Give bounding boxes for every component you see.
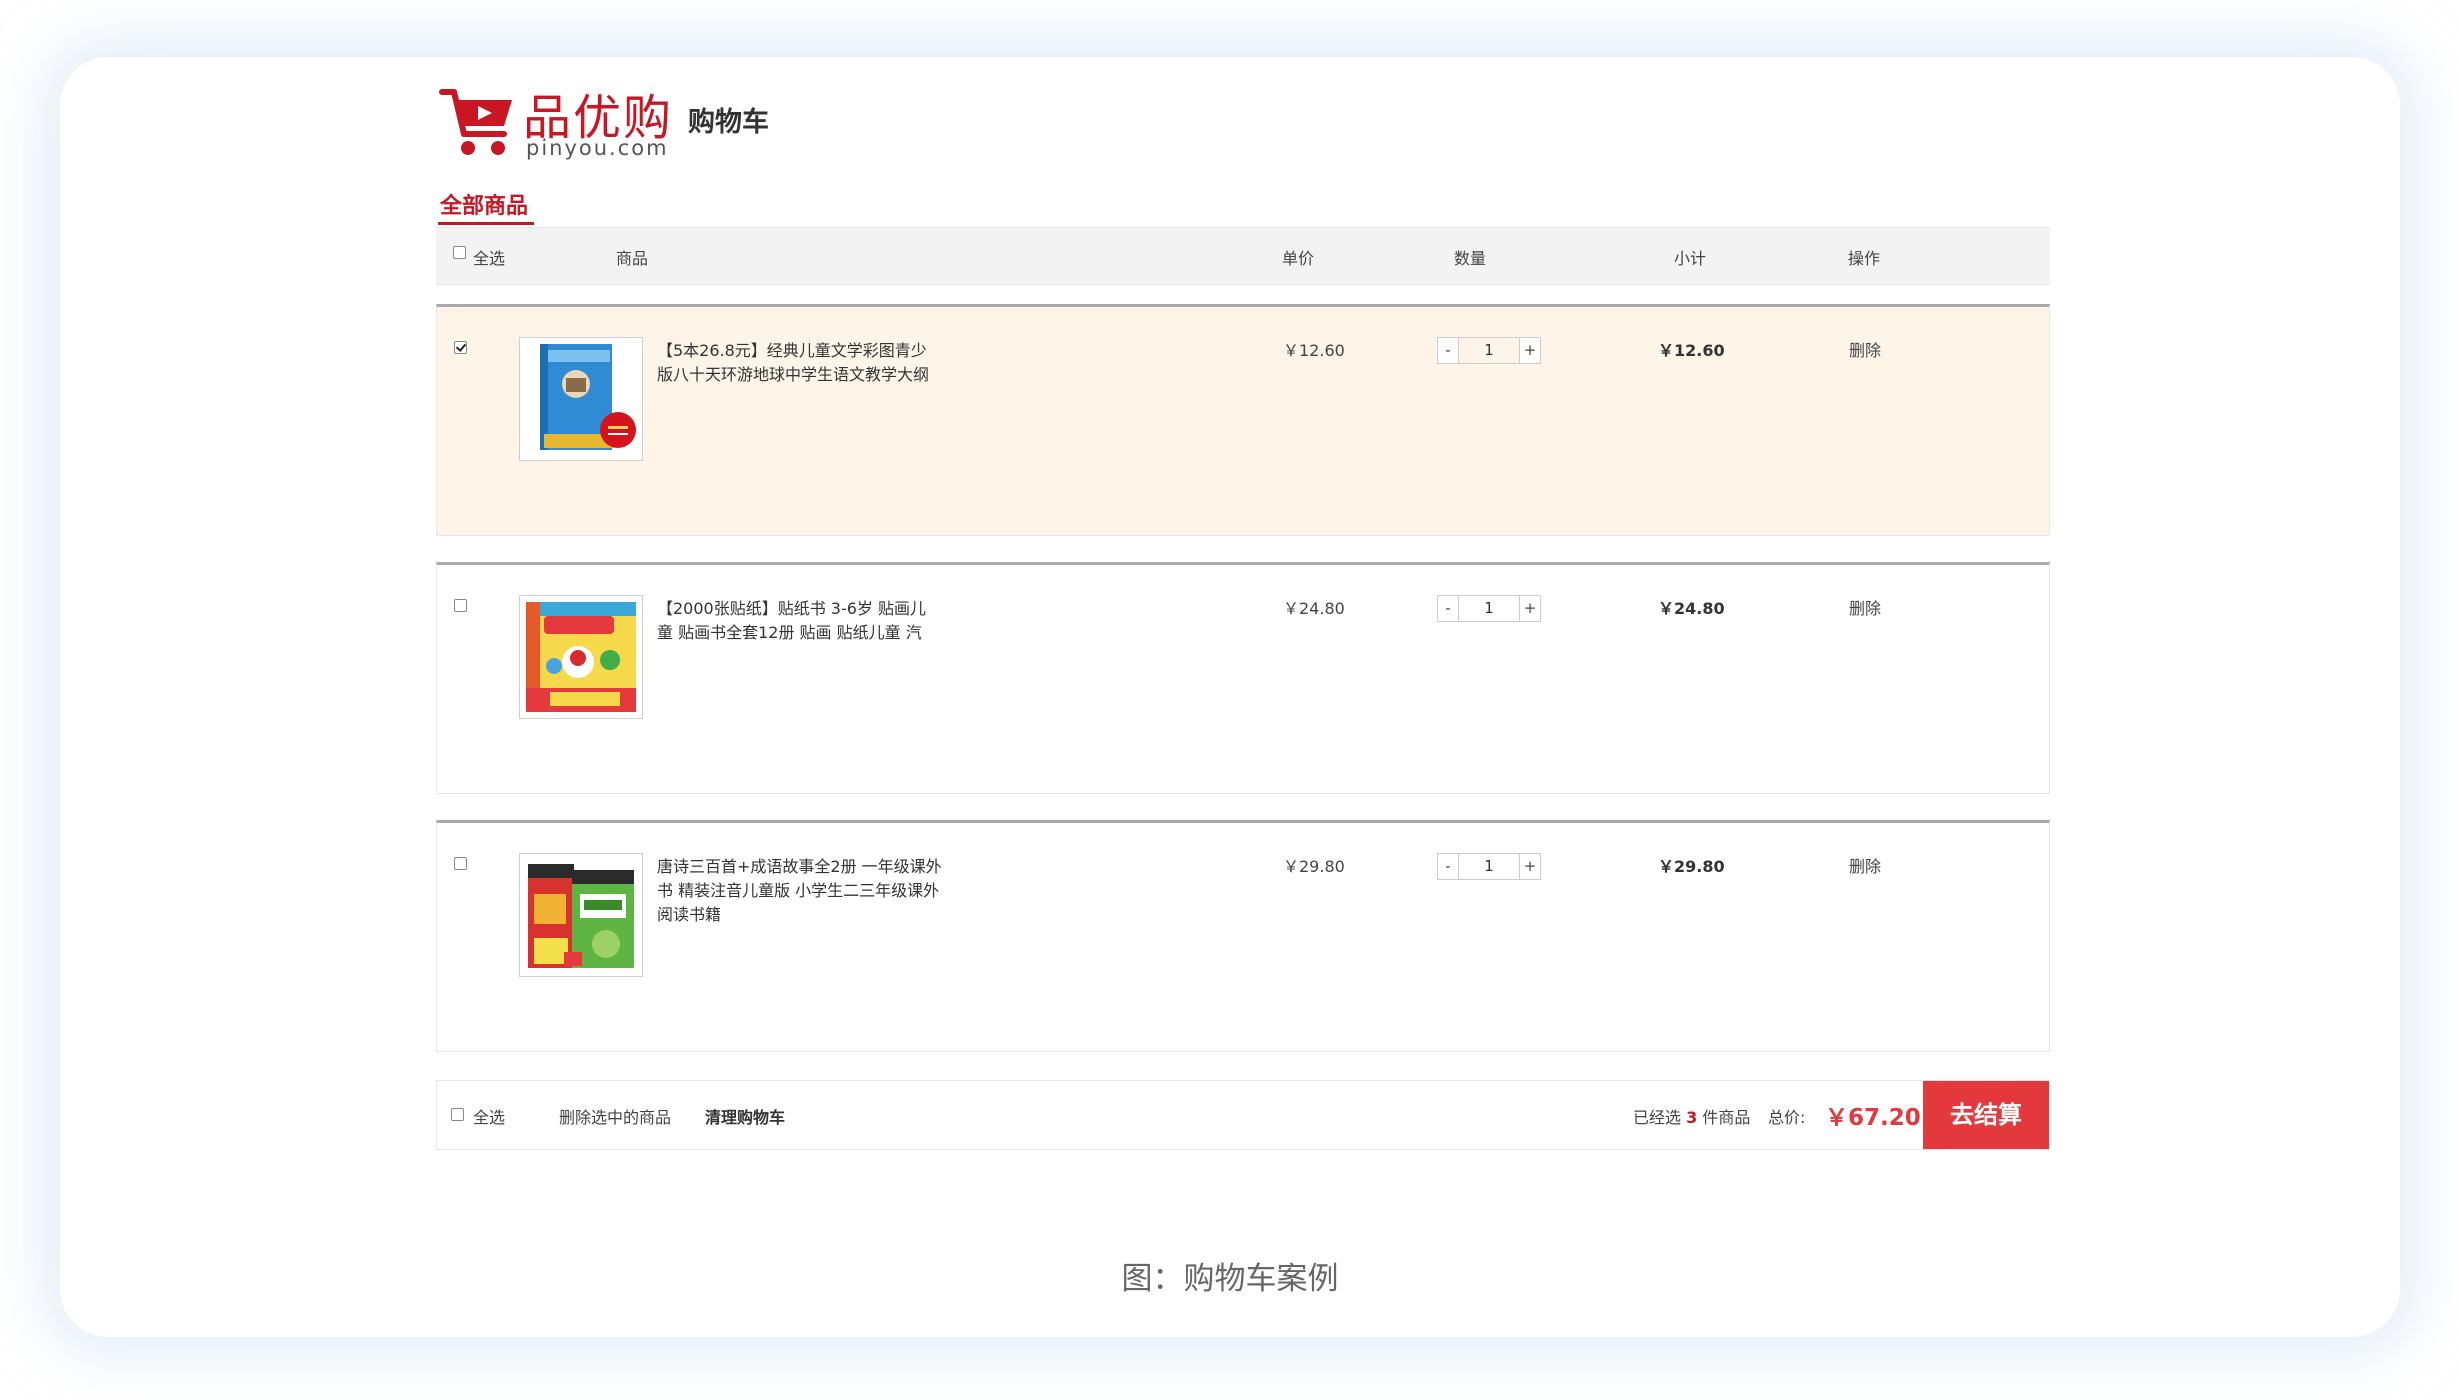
increase-quantity-button[interactable]: +	[1519, 595, 1541, 622]
selected-suffix: 件商品	[1702, 1108, 1751, 1127]
cart-footer-bar: 全选 删除选中的商品 清理购物车 已经选 3 件商品 总价: ￥67.20 去结…	[436, 1080, 2050, 1150]
tab-all-items[interactable]: 全部商品	[440, 188, 528, 220]
clear-cart-link[interactable]: 清理购物车	[705, 1104, 785, 1128]
footer-select-all-label[interactable]: 全选	[473, 1104, 505, 1128]
total-label: 总价:	[1768, 1108, 1806, 1127]
quantity-input[interactable]: 1	[1459, 853, 1519, 880]
cart-item-row: 唐诗三百首+成语故事全2册 一年级课外书 精装注音儿童版 小学生二三年级课外阅读…	[436, 820, 2050, 1052]
delete-selected-link[interactable]: 删除选中的商品	[559, 1104, 671, 1128]
quantity-stepper: - 1 +	[1437, 853, 1541, 880]
product-image[interactable]	[519, 595, 643, 719]
product-image[interactable]	[519, 853, 643, 977]
unit-price: ￥24.80	[1283, 599, 1345, 618]
delete-item-link[interactable]: 删除	[1849, 337, 1881, 361]
figure-caption: 图：购物车案例	[1121, 1261, 1339, 1297]
product-name[interactable]: 唐诗三百首+成语故事全2册 一年级课外书 精装注音儿童版 小学生二三年级课外阅读…	[657, 855, 942, 927]
increase-quantity-button[interactable]: +	[1519, 337, 1541, 364]
product-name[interactable]: 【5本26.8元】经典儿童文学彩图青少版八十天环游地球中学生语文教学大纲	[657, 339, 942, 387]
cart-item-row: 【2000张贴纸】贴纸书 3-6岁 贴画儿童 贴画书全套12册 贴画 贴纸儿童 …	[436, 562, 2050, 794]
cart-item-row: 【5本26.8元】经典儿童文学彩图青少版八十天环游地球中学生语文教学大纲 ￥12…	[436, 304, 2050, 536]
checkout-button[interactable]: 去结算	[1923, 1081, 2049, 1149]
shopping-cart-icon	[439, 89, 512, 155]
quantity-stepper: - 1 +	[1437, 337, 1541, 364]
select-all-checkbox[interactable]	[453, 246, 466, 259]
header-product: 商品	[616, 249, 649, 268]
item-checkbox[interactable]	[454, 341, 467, 354]
item-checkbox[interactable]	[454, 857, 467, 870]
total-price: ￥67.20	[1825, 1105, 1921, 1131]
delete-item-link[interactable]: 删除	[1849, 595, 1881, 619]
decrease-quantity-button[interactable]: -	[1437, 337, 1459, 364]
item-subtotal: ￥29.80	[1658, 857, 1725, 876]
product-image[interactable]	[519, 337, 643, 461]
cart-table-header: 全选 商品 单价 数量 小计 操作	[436, 227, 2050, 285]
item-checkbox[interactable]	[454, 599, 467, 612]
selected-prefix: 已经选	[1633, 1108, 1682, 1127]
item-subtotal: ￥12.60	[1658, 341, 1725, 360]
quantity-input[interactable]: 1	[1459, 337, 1519, 364]
unit-price: ￥12.60	[1283, 341, 1345, 360]
brand-domain: pinyou.com	[526, 136, 669, 160]
header-select-all: 全选	[473, 249, 506, 268]
quantity-input[interactable]: 1	[1459, 595, 1519, 622]
delete-item-link[interactable]: 删除	[1849, 853, 1881, 877]
header-subtotal: 小计	[1674, 249, 1707, 268]
item-subtotal: ￥24.80	[1658, 599, 1725, 618]
tab-active-underline	[438, 222, 534, 225]
product-name[interactable]: 【2000张贴纸】贴纸书 3-6岁 贴画儿童 贴画书全套12册 贴画 贴纸儿童 …	[657, 597, 942, 645]
selected-summary: 已经选 3 件商品	[1633, 1104, 1750, 1128]
selected-count: 3	[1686, 1108, 1698, 1127]
decrease-quantity-button[interactable]: -	[1437, 595, 1459, 622]
increase-quantity-button[interactable]: +	[1519, 853, 1541, 880]
header-unit-price: 单价	[1282, 249, 1315, 268]
header-quantity: 数量	[1454, 249, 1487, 268]
header-action: 操作	[1848, 249, 1881, 268]
footer-select-all-checkbox[interactable]	[451, 1108, 464, 1121]
quantity-stepper: - 1 +	[1437, 595, 1541, 622]
page-title: 购物车	[688, 107, 769, 138]
decrease-quantity-button[interactable]: -	[1437, 853, 1459, 880]
unit-price: ￥29.80	[1283, 857, 1345, 876]
